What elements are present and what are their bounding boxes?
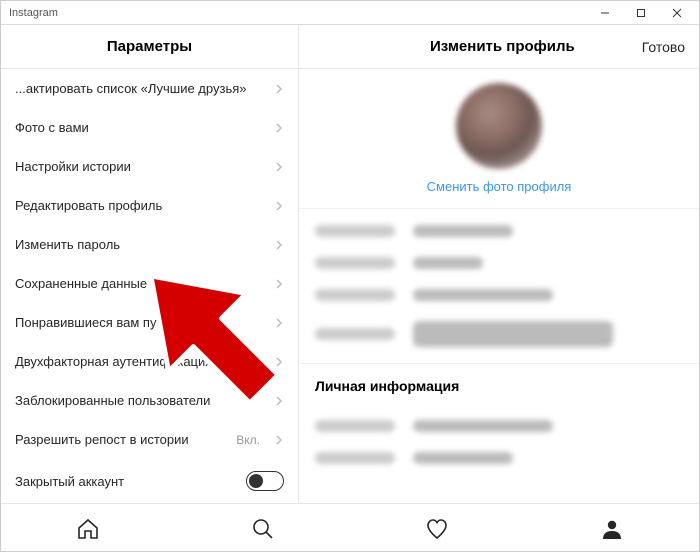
chevron-right-icon bbox=[274, 240, 284, 250]
sidebar-item-photos-of-you[interactable]: Фото с вами bbox=[1, 108, 298, 147]
field-username[interactable] bbox=[299, 247, 699, 279]
toggle-switch[interactable] bbox=[246, 471, 284, 491]
settings-sidebar: Параметры ...актировать список «Лучшие д… bbox=[1, 25, 299, 503]
sidebar-item-close-friends[interactable]: ...актировать список «Лучшие друзья» bbox=[1, 69, 298, 108]
field-label-blurred bbox=[315, 257, 395, 269]
chevron-right-icon bbox=[274, 357, 284, 367]
window-titlebar: Instagram bbox=[1, 1, 699, 25]
done-button[interactable]: Готово bbox=[642, 39, 685, 55]
field-phone[interactable] bbox=[299, 442, 699, 474]
sidebar-item-saved-data[interactable]: Сохраненные данные bbox=[1, 264, 298, 303]
nav-activity[interactable] bbox=[350, 504, 525, 553]
sidebar-item-label: Фото с вами bbox=[15, 120, 89, 135]
sidebar-item-label: Изменить пароль bbox=[15, 237, 120, 252]
profile-icon bbox=[600, 517, 624, 541]
window-close-button[interactable] bbox=[659, 1, 695, 25]
chevron-right-icon bbox=[274, 318, 284, 328]
profile-photo-section: Сменить фото профиля bbox=[299, 69, 699, 209]
nav-home[interactable] bbox=[1, 504, 176, 553]
field-value-blurred bbox=[413, 321, 613, 347]
field-value-blurred bbox=[413, 452, 513, 464]
heart-icon bbox=[425, 517, 449, 541]
field-label-blurred bbox=[315, 420, 395, 432]
field-email[interactable] bbox=[299, 410, 699, 442]
sidebar-item-value: Вкл. bbox=[236, 433, 260, 447]
chevron-right-icon bbox=[274, 201, 284, 211]
sidebar-item-label: Разрешить репост в истории bbox=[15, 432, 189, 447]
sidebar-item-label: Редактировать профиль bbox=[15, 198, 162, 213]
sidebar-item-liked-posts[interactable]: Понравившиеся вам публикации bbox=[1, 303, 298, 342]
sidebar-item-label: Закрытый аккаунт bbox=[15, 474, 124, 489]
page-title: Изменить профиль bbox=[363, 38, 642, 55]
personal-fields bbox=[299, 404, 699, 480]
sidebar-item-edit-profile[interactable]: Редактировать профиль bbox=[1, 186, 298, 225]
chevron-right-icon bbox=[274, 123, 284, 133]
field-website[interactable] bbox=[299, 279, 699, 311]
sidebar-item-label: ...актировать список «Лучшие друзья» bbox=[15, 81, 246, 96]
sidebar-item-allow-repost[interactable]: Разрешить репост в истории Вкл. bbox=[1, 420, 298, 459]
settings-list: ...актировать список «Лучшие друзья» Фот… bbox=[1, 69, 298, 503]
sidebar-item-private-account[interactable]: Закрытый аккаунт bbox=[1, 459, 298, 503]
field-value-blurred bbox=[413, 289, 553, 301]
nav-search[interactable] bbox=[176, 504, 351, 553]
main-panel: Изменить профиль Готово Сменить фото про… bbox=[299, 25, 699, 503]
change-photo-link[interactable]: Сменить фото профиля bbox=[427, 179, 572, 194]
window-title: Instagram bbox=[9, 7, 587, 19]
chevron-right-icon bbox=[274, 162, 284, 172]
field-value-blurred bbox=[413, 257, 483, 269]
sidebar-item-label: Настройки истории bbox=[15, 159, 131, 174]
bottom-nav bbox=[1, 503, 699, 553]
chevron-right-icon bbox=[274, 396, 284, 406]
chevron-right-icon bbox=[274, 279, 284, 289]
field-name[interactable] bbox=[299, 215, 699, 247]
sidebar-item-blocked-users[interactable]: Заблокированные пользователи bbox=[1, 381, 298, 420]
window-minimize-button[interactable] bbox=[587, 1, 623, 25]
sidebar-item-label: Двухфакторная аутентификация bbox=[15, 354, 212, 369]
sidebar-item-two-factor[interactable]: Двухфакторная аутентификация bbox=[1, 342, 298, 381]
field-value-blurred bbox=[413, 225, 513, 237]
field-value-blurred bbox=[413, 420, 553, 432]
field-label-blurred bbox=[315, 452, 395, 464]
sidebar-item-story-settings[interactable]: Настройки истории bbox=[1, 147, 298, 186]
sidebar-title: Параметры bbox=[1, 25, 298, 69]
sidebar-item-change-password[interactable]: Изменить пароль bbox=[1, 225, 298, 264]
home-icon bbox=[76, 517, 100, 541]
search-icon bbox=[251, 517, 275, 541]
window-maximize-button[interactable] bbox=[623, 1, 659, 25]
field-bio[interactable] bbox=[299, 311, 699, 357]
field-label-blurred bbox=[315, 225, 395, 237]
section-personal-info: Личная информация bbox=[299, 364, 699, 404]
chevron-right-icon bbox=[274, 435, 284, 445]
sidebar-item-label: Сохраненные данные bbox=[15, 276, 147, 291]
nav-profile[interactable] bbox=[525, 504, 700, 553]
sidebar-item-label: Понравившиеся вам публикации bbox=[15, 315, 213, 330]
field-label-blurred bbox=[315, 289, 395, 301]
field-label-blurred bbox=[315, 328, 395, 340]
main-header: Изменить профиль Готово bbox=[299, 25, 699, 69]
chevron-right-icon bbox=[274, 84, 284, 94]
profile-fields bbox=[299, 209, 699, 364]
avatar bbox=[456, 83, 542, 169]
sidebar-item-label: Заблокированные пользователи bbox=[15, 393, 210, 408]
